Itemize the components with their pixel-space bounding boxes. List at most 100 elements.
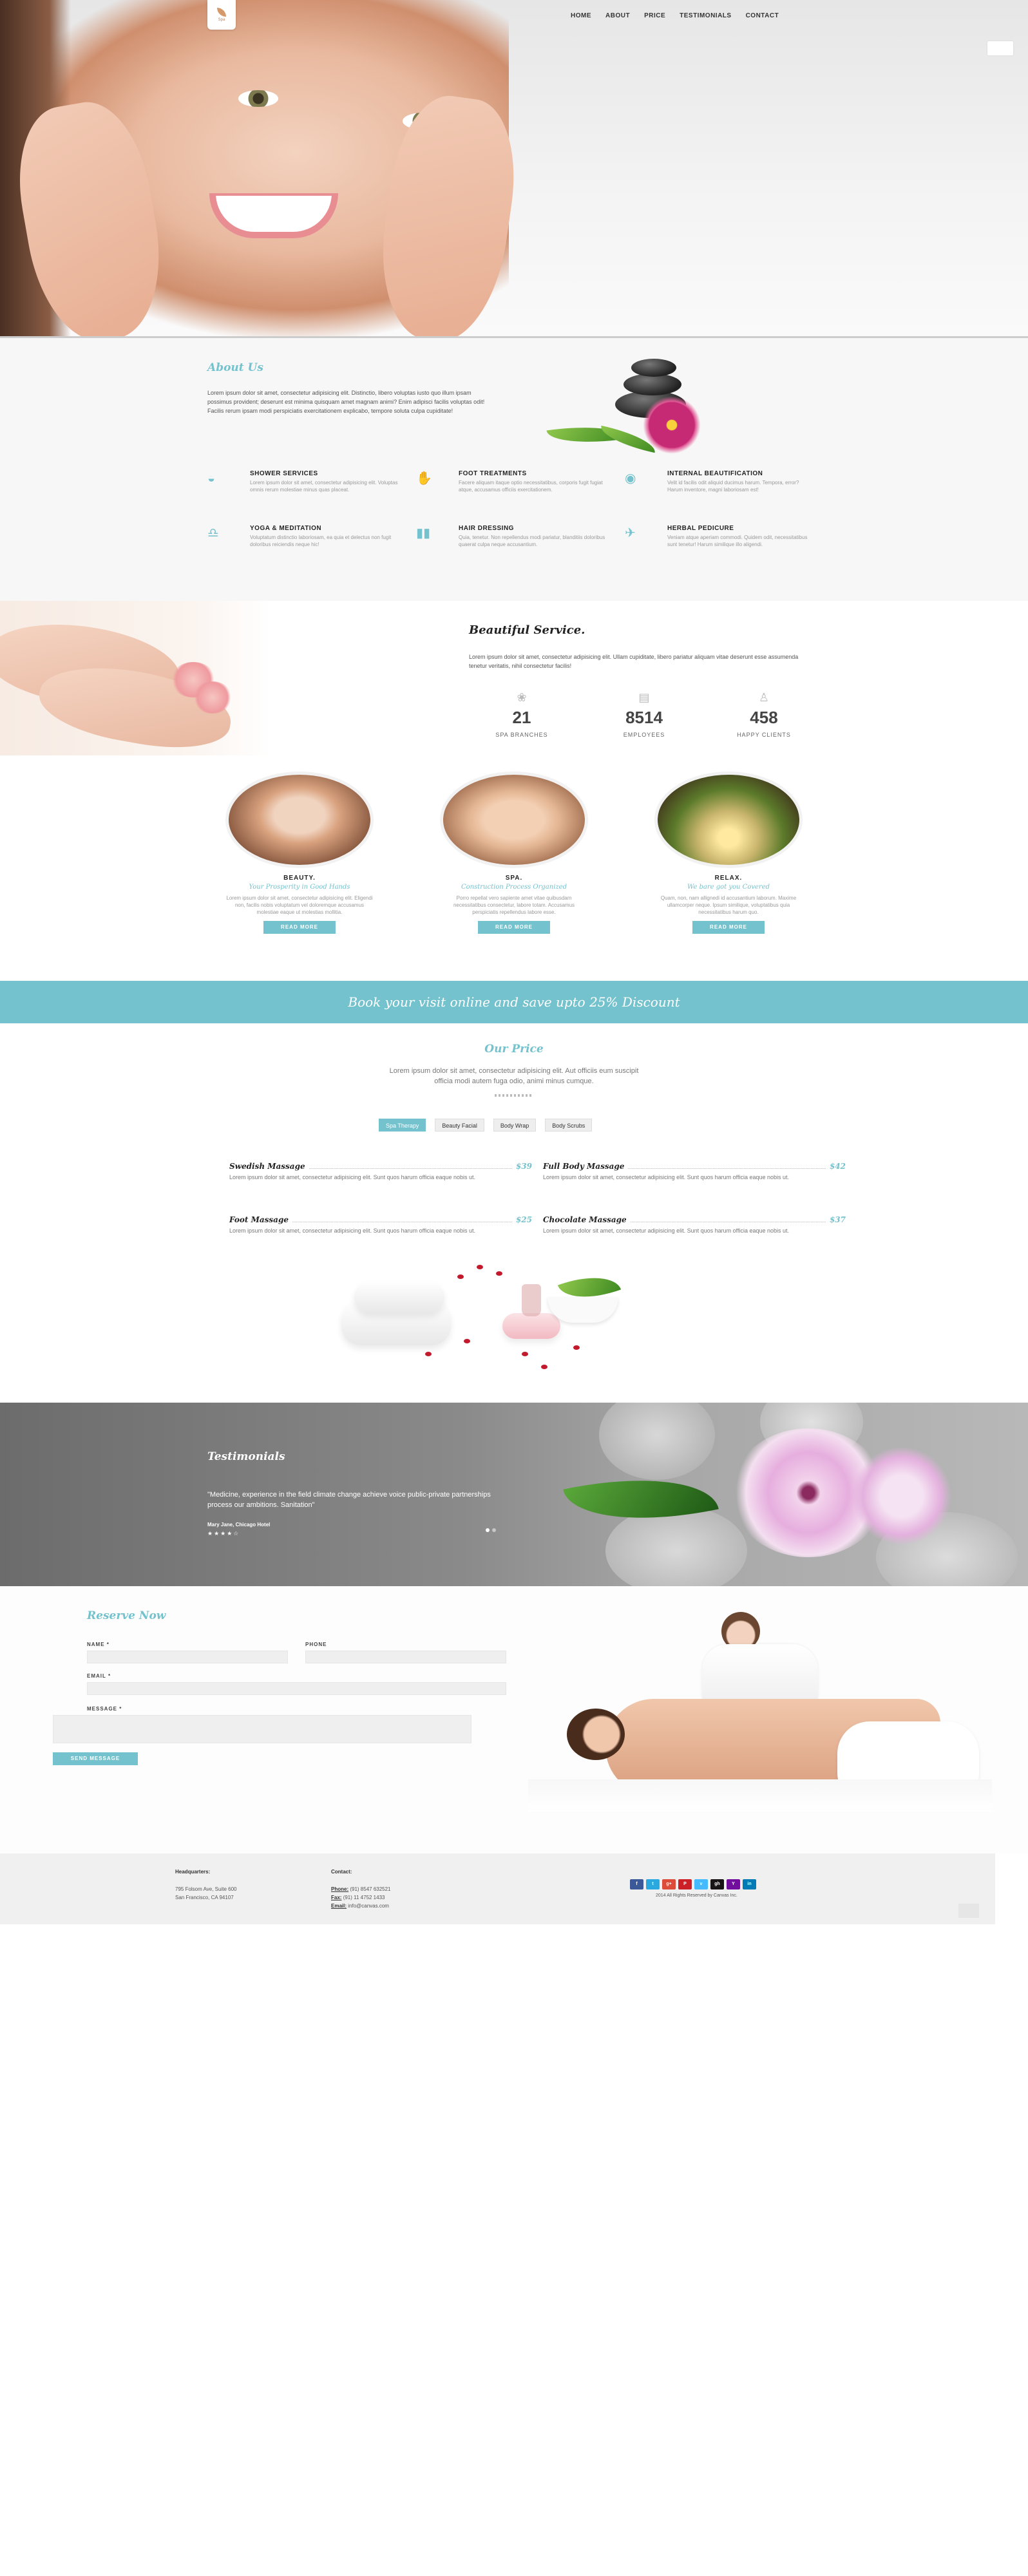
message-textarea[interactable] — [53, 1715, 471, 1743]
nav-testimonials[interactable]: TESTIMONIALS — [680, 12, 731, 19]
service-text: Veniam atque aperiam commodi. Quidem odi… — [667, 535, 808, 547]
card-text: Porro repellat vero sapiente amet vitae … — [453, 895, 575, 915]
footer: Headquarters: 795 Folsom Ave, Suite 600 … — [0, 1853, 995, 1924]
vimeo-icon[interactable]: v — [694, 1879, 708, 1889]
fax-label: Fax: — [331, 1895, 342, 1900]
service-text: Lorem ipsum dolor sit amet, consectetur … — [250, 480, 398, 493]
name-label: NAME * — [87, 1642, 109, 1647]
facebook-icon[interactable]: f — [630, 1879, 643, 1889]
testimonial-quote: "Medicine, experience in the field clima… — [207, 1491, 491, 1509]
hero-eye-left — [238, 90, 278, 107]
card-subtitle: We bare got you Covered — [687, 884, 770, 891]
message-label: MESSAGE * — [87, 1706, 122, 1712]
yahoo-icon[interactable]: Y — [727, 1879, 740, 1889]
footer-phone[interactable]: (91) 8547 632521 — [350, 1886, 390, 1892]
linkedin-icon[interactable]: in — [743, 1879, 756, 1889]
footer-email[interactable]: info@canvas.com — [348, 1903, 389, 1909]
rating-stars-icon: ★★★★☆ — [207, 1530, 240, 1537]
footer-contact: Contact: Phone: (91) 8547 632521 Fax: (9… — [331, 1868, 391, 1910]
stat-happy-clients: ♙ 458 HAPPY CLIENTS — [719, 691, 809, 738]
back-to-top-button[interactable] — [958, 1904, 979, 1918]
google-plus-icon[interactable]: g+ — [662, 1879, 676, 1889]
name-field[interactable] — [87, 1651, 288, 1663]
reserve-section: Reserve Now NAME * PHONE EMAIL * MESSAGE… — [0, 1586, 1028, 1853]
price-item-price: $25 — [515, 1215, 532, 1224]
footer-hq-line2: San Francisco, CA 94107 — [175, 1895, 234, 1900]
service-text: Facere aliquam itaque optio necessitatib… — [459, 480, 603, 493]
email-field[interactable] — [87, 1682, 506, 1695]
copyright-text: 2014 All Rights Reserved by Canvas Inc. — [656, 1893, 738, 1898]
price-item-text: Lorem ipsum dolor sit amet, consectetur … — [543, 1227, 790, 1234]
about-section: About Us Lorem ipsum dolor sit amet, con… — [0, 338, 1028, 601]
price-item-name: Foot Massage — [229, 1215, 289, 1224]
lotus-icon: ❀ — [517, 691, 527, 704]
phone-field[interactable] — [305, 1651, 506, 1663]
card-title: BEAUTY. — [283, 875, 316, 882]
slider-dot[interactable] — [486, 1528, 490, 1532]
reserve-title: Reserve Now — [87, 1609, 166, 1622]
nav-contact[interactable]: CONTACT — [746, 12, 779, 19]
price-item: Full Body Massage $42 Lorem ipsum dolor s… — [543, 1162, 846, 1182]
card-subtitle: Your Prosperity in Good Hands — [249, 884, 350, 891]
herbal-icon: ✈ — [625, 526, 636, 540]
beautiful-service-section: Beautiful Service. Lorem ipsum dolor sit… — [0, 601, 1028, 981]
price-item-price: $37 — [829, 1215, 846, 1224]
hero-section: Spa HOME ABOUT PRICE TESTIMONIALS CONTAC… — [0, 0, 1028, 338]
service-title: YOGA & MEDITATION — [250, 525, 322, 532]
stat-value: 458 — [750, 708, 778, 727]
nav-price[interactable]: PRICE — [644, 12, 665, 19]
service-text: Voluptatum distinctio laboriosam, ea qui… — [250, 535, 392, 547]
feet-image — [0, 601, 271, 755]
bottles-icon: ▮▮ — [416, 526, 431, 540]
tab-body-wrap[interactable]: Body Wrap — [493, 1119, 537, 1132]
twitter-icon[interactable]: t — [646, 1879, 660, 1889]
send-message-button[interactable]: SEND MESSAGE — [53, 1752, 138, 1765]
service-title: FOOT TREATMENTS — [459, 470, 527, 477]
menu-toggle-button[interactable] — [987, 41, 1013, 55]
read-more-button[interactable]: READ MORE — [478, 921, 550, 934]
tab-body-scrubs[interactable]: Body Scrubs — [545, 1119, 593, 1132]
chat-icon: ▤ — [638, 691, 650, 704]
shower-icon: ◒ — [207, 471, 216, 486]
price-section: Our Price Lorem ipsum dolor sit amet, co… — [0, 1023, 1028, 1403]
slider-dot[interactable] — [492, 1528, 496, 1532]
service-title: HAIR DRESSING — [459, 525, 514, 532]
testimonial-author: Mary Jane, Chicago Hotel — [207, 1522, 271, 1528]
tab-spa-therapy[interactable]: Spa Therapy — [379, 1119, 426, 1132]
section-divider — [495, 1094, 533, 1097]
foot-icon: ✋ — [416, 471, 432, 486]
price-item-text: Lorem ipsum dolor sit amet, consectetur … — [229, 1174, 476, 1180]
stat-employees: ▤ 8514 EMPLOYEES — [599, 691, 689, 738]
beautiful-service-text: Lorem ipsum dolor sit amet, consectetur … — [469, 654, 799, 669]
price-item-name: Chocolate Massage — [543, 1215, 627, 1224]
nav-home[interactable]: HOME — [571, 12, 591, 19]
email-label: Email: — [331, 1903, 347, 1909]
about-title: About Us — [207, 361, 263, 374]
spa-stones-image — [528, 351, 721, 460]
phone-label: PHONE — [305, 1642, 327, 1647]
pinterest-icon[interactable]: P — [678, 1879, 692, 1889]
tab-beauty-facial[interactable]: Beauty Facial — [435, 1119, 484, 1132]
price-subtitle: Lorem ipsum dolor sit amet, consectetur … — [389, 1067, 639, 1085]
read-more-button[interactable]: READ MORE — [692, 921, 765, 934]
stat-value: 21 — [512, 708, 531, 727]
price-title: Our Price — [484, 1043, 544, 1056]
stat-label: EMPLOYEES — [623, 732, 665, 738]
meditation-icon: ♙ — [758, 691, 770, 704]
footer-headquarters: Headquarters: 795 Folsom Ave, Suite 600 … — [175, 1868, 236, 1902]
price-item-price: $39 — [515, 1162, 532, 1171]
card-beauty: BEAUTY. Your Prosperity in Good Hands Lo… — [225, 772, 374, 934]
price-item-price: $42 — [829, 1162, 846, 1171]
price-item: Chocolate Massage $37 Lorem ipsum dolor s… — [543, 1215, 846, 1235]
stat-value: 8514 — [625, 708, 663, 727]
card-text: Quam, non, nam allignedi id accusantium … — [660, 895, 797, 915]
site-logo[interactable]: Spa — [207, 0, 236, 30]
read-more-button[interactable]: READ MORE — [263, 921, 336, 934]
price-item-name: Swedish Massage — [229, 1162, 305, 1171]
testimonials-section: Testimonials "Medicine, experience in th… — [0, 1403, 1028, 1586]
card-text: Lorem ipsum dolor sit amet, consectetur … — [226, 895, 373, 915]
nav-about[interactable]: ABOUT — [605, 12, 630, 19]
discount-banner[interactable]: Book your visit online and save upto 25%… — [0, 981, 1028, 1023]
towels-image — [328, 1262, 689, 1371]
github-icon[interactable]: gh — [710, 1879, 724, 1889]
